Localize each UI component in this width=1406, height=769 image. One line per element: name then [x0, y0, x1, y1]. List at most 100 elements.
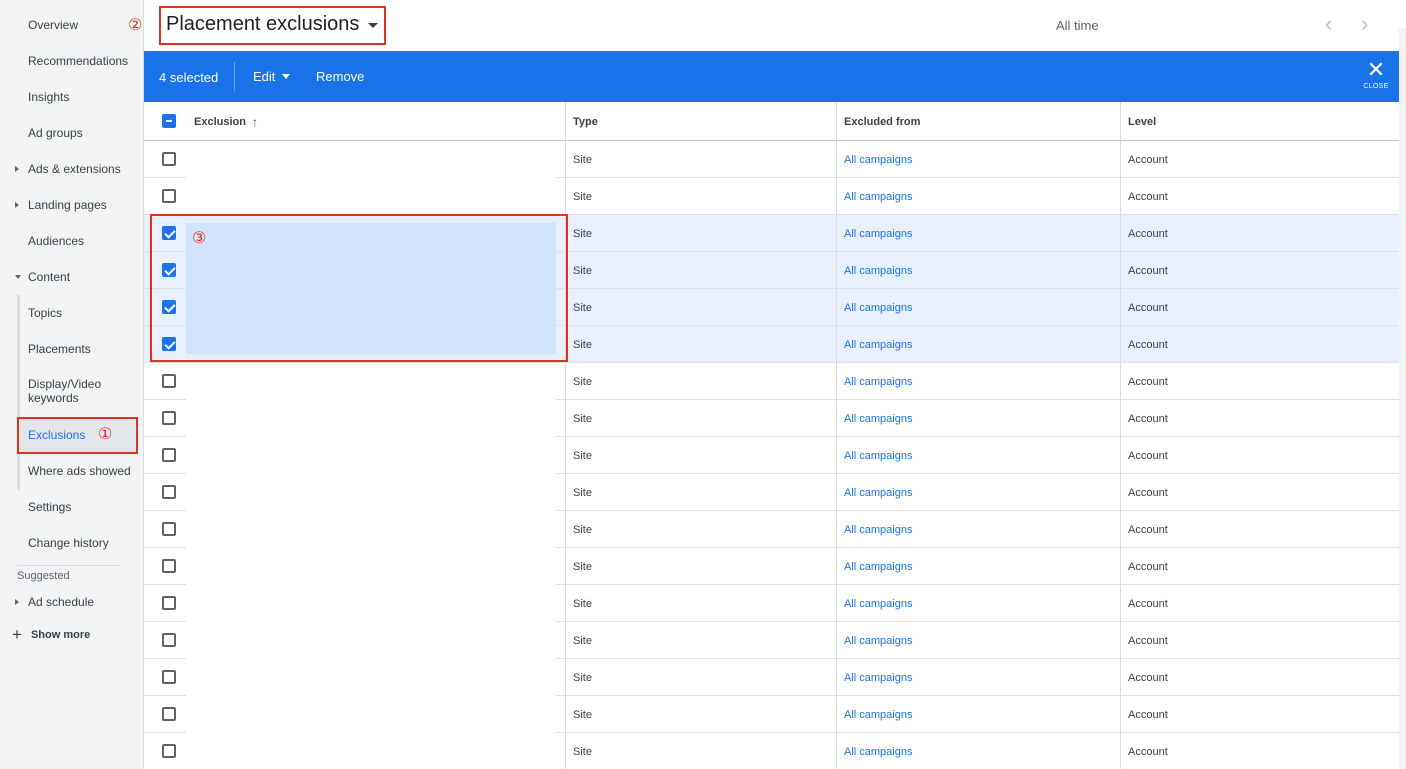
nav-item-display-video-keywords[interactable]: Display/Video keywords [0, 373, 112, 409]
table-row[interactable]: Site All campaigns Account [144, 474, 1399, 511]
excluded-from-link[interactable]: All campaigns [844, 289, 912, 326]
nav-item-placements[interactable]: Placements [0, 331, 144, 367]
annotation-number-1: ① [98, 426, 113, 443]
excluded-from-link[interactable]: All campaigns [844, 363, 912, 400]
row-checkbox[interactable] [162, 189, 176, 203]
date-range[interactable]: All time [1056, 18, 1099, 33]
nav-item-label: Recommendations [28, 54, 129, 68]
scrollbar[interactable] [1399, 28, 1406, 769]
nav-item-insights[interactable]: Insights [0, 79, 144, 115]
dropdown-caret-icon [282, 74, 291, 79]
selection-action-bar: 4 selected Edit Remove ✕ CLOSE [144, 51, 1399, 102]
chevron-left-icon[interactable]: ‹ [1325, 12, 1332, 36]
row-checkbox[interactable] [162, 522, 176, 536]
show-more-label: Show more [30, 629, 91, 641]
table-row[interactable]: Site All campaigns Account [144, 585, 1399, 622]
column-header-level[interactable]: Level [1128, 102, 1156, 141]
column-header-excluded-from[interactable]: Excluded from [844, 102, 920, 141]
nav-item-ad-schedule[interactable]: Ad schedule [0, 584, 144, 620]
row-checkbox[interactable] [162, 559, 176, 573]
nav-item-ad-groups[interactable]: Ad groups [0, 115, 144, 151]
excluded-from-link[interactable]: All campaigns [844, 474, 912, 511]
edit-button[interactable]: Edit [253, 69, 291, 84]
nav-item-label: Change history [28, 536, 109, 550]
nav-item-change-history[interactable]: Change history [0, 525, 144, 561]
excluded-from-link[interactable]: All campaigns [844, 326, 912, 363]
row-checkbox[interactable] [162, 448, 176, 462]
exclusion-cell [186, 511, 556, 548]
column-header-type[interactable]: Type [573, 102, 598, 141]
nav-item-settings[interactable]: Settings [0, 489, 144, 525]
level-cell: Account [1128, 190, 1168, 203]
column-label: Exclusion [194, 115, 246, 128]
select-all-checkbox[interactable] [162, 114, 176, 128]
exclusion-cell [186, 696, 556, 733]
close-button[interactable]: ✕ CLOSE [1362, 59, 1390, 91]
nav-item-topics[interactable]: Topics [0, 295, 144, 331]
excluded-from-link[interactable]: All campaigns [844, 696, 912, 733]
row-checkbox[interactable] [162, 411, 176, 425]
level-cell: Account [1128, 338, 1168, 351]
excluded-from-link[interactable]: All campaigns [844, 141, 912, 178]
level-cell: Account [1128, 301, 1168, 314]
nav-item-landing-pages[interactable]: Landing pages [0, 187, 144, 223]
show-more-button[interactable]: + Show more [12, 626, 91, 643]
table-row[interactable]: Site All campaigns Account [144, 622, 1399, 659]
excluded-from-link[interactable]: All campaigns [844, 178, 912, 215]
nav-item-label: Overview [28, 18, 79, 32]
table-row[interactable]: Site All campaigns Account [144, 696, 1399, 733]
level-cell: Account [1128, 486, 1168, 499]
table-row[interactable]: Site All campaigns Account [144, 178, 1399, 215]
annotation-number-2: ② [128, 17, 143, 34]
table-row[interactable]: Site All campaigns Account [144, 400, 1399, 437]
excluded-from-link[interactable]: All campaigns [844, 659, 912, 696]
type-cell: Site [573, 597, 592, 610]
nav-item-overview[interactable]: Overview [0, 7, 144, 43]
exclusion-cell [186, 622, 556, 659]
row-checkbox[interactable] [162, 670, 176, 684]
type-cell: Site [573, 227, 592, 240]
excluded-from-link[interactable]: All campaigns [844, 215, 912, 252]
excluded-from-link[interactable]: All campaigns [844, 622, 912, 659]
remove-button[interactable]: Remove [316, 69, 364, 84]
row-checkbox[interactable] [162, 374, 176, 388]
nav-item-ads-extensions[interactable]: Ads & extensions [0, 151, 144, 187]
row-checkbox[interactable] [162, 596, 176, 610]
table-row[interactable]: Site All campaigns Account [144, 733, 1399, 769]
chevron-right-icon[interactable]: › [1361, 12, 1368, 36]
table-row[interactable]: Site All campaigns Account [144, 363, 1399, 400]
table-row[interactable]: Site All campaigns Account [144, 437, 1399, 474]
excluded-from-link[interactable]: All campaigns [844, 400, 912, 437]
level-cell: Account [1128, 412, 1168, 425]
nav-item-content[interactable]: Content [0, 259, 144, 295]
type-cell: Site [573, 449, 592, 462]
excluded-from-link[interactable]: All campaigns [844, 511, 912, 548]
table-row[interactable]: Site All campaigns Account [144, 141, 1399, 178]
table-row[interactable]: Site All campaigns Account [144, 659, 1399, 696]
row-checkbox[interactable] [162, 485, 176, 499]
type-cell: Site [573, 264, 592, 277]
type-cell: Site [573, 523, 592, 536]
nav-item-label: Content [28, 270, 71, 284]
excluded-from-link[interactable]: All campaigns [844, 252, 912, 289]
caret-right-icon [15, 166, 19, 172]
row-checkbox[interactable] [162, 744, 176, 758]
table-row[interactable]: Site All campaigns Account [144, 548, 1399, 585]
row-checkbox[interactable] [162, 633, 176, 647]
row-checkbox[interactable] [162, 707, 176, 721]
excluded-from-link[interactable]: All campaigns [844, 733, 912, 769]
table-row[interactable]: Site All campaigns Account [144, 511, 1399, 548]
row-checkbox[interactable] [162, 152, 176, 166]
excluded-from-link[interactable]: All campaigns [844, 437, 912, 474]
column-divider [1120, 102, 1121, 769]
nav-item-recommendations[interactable]: Recommendations [0, 43, 144, 79]
divider [234, 62, 235, 91]
close-label: CLOSE [1363, 83, 1389, 90]
column-header-exclusion[interactable]: Exclusion ↑ [194, 102, 258, 141]
nav-item-where-ads-showed[interactable]: Where ads showed [0, 453, 144, 489]
sort-ascending-icon: ↑ [251, 114, 258, 129]
excluded-from-link[interactable]: All campaigns [844, 585, 912, 622]
excluded-from-link[interactable]: All campaigns [844, 548, 912, 585]
suggested-heading: Suggested [17, 570, 70, 582]
nav-item-audiences[interactable]: Audiences [0, 223, 144, 259]
